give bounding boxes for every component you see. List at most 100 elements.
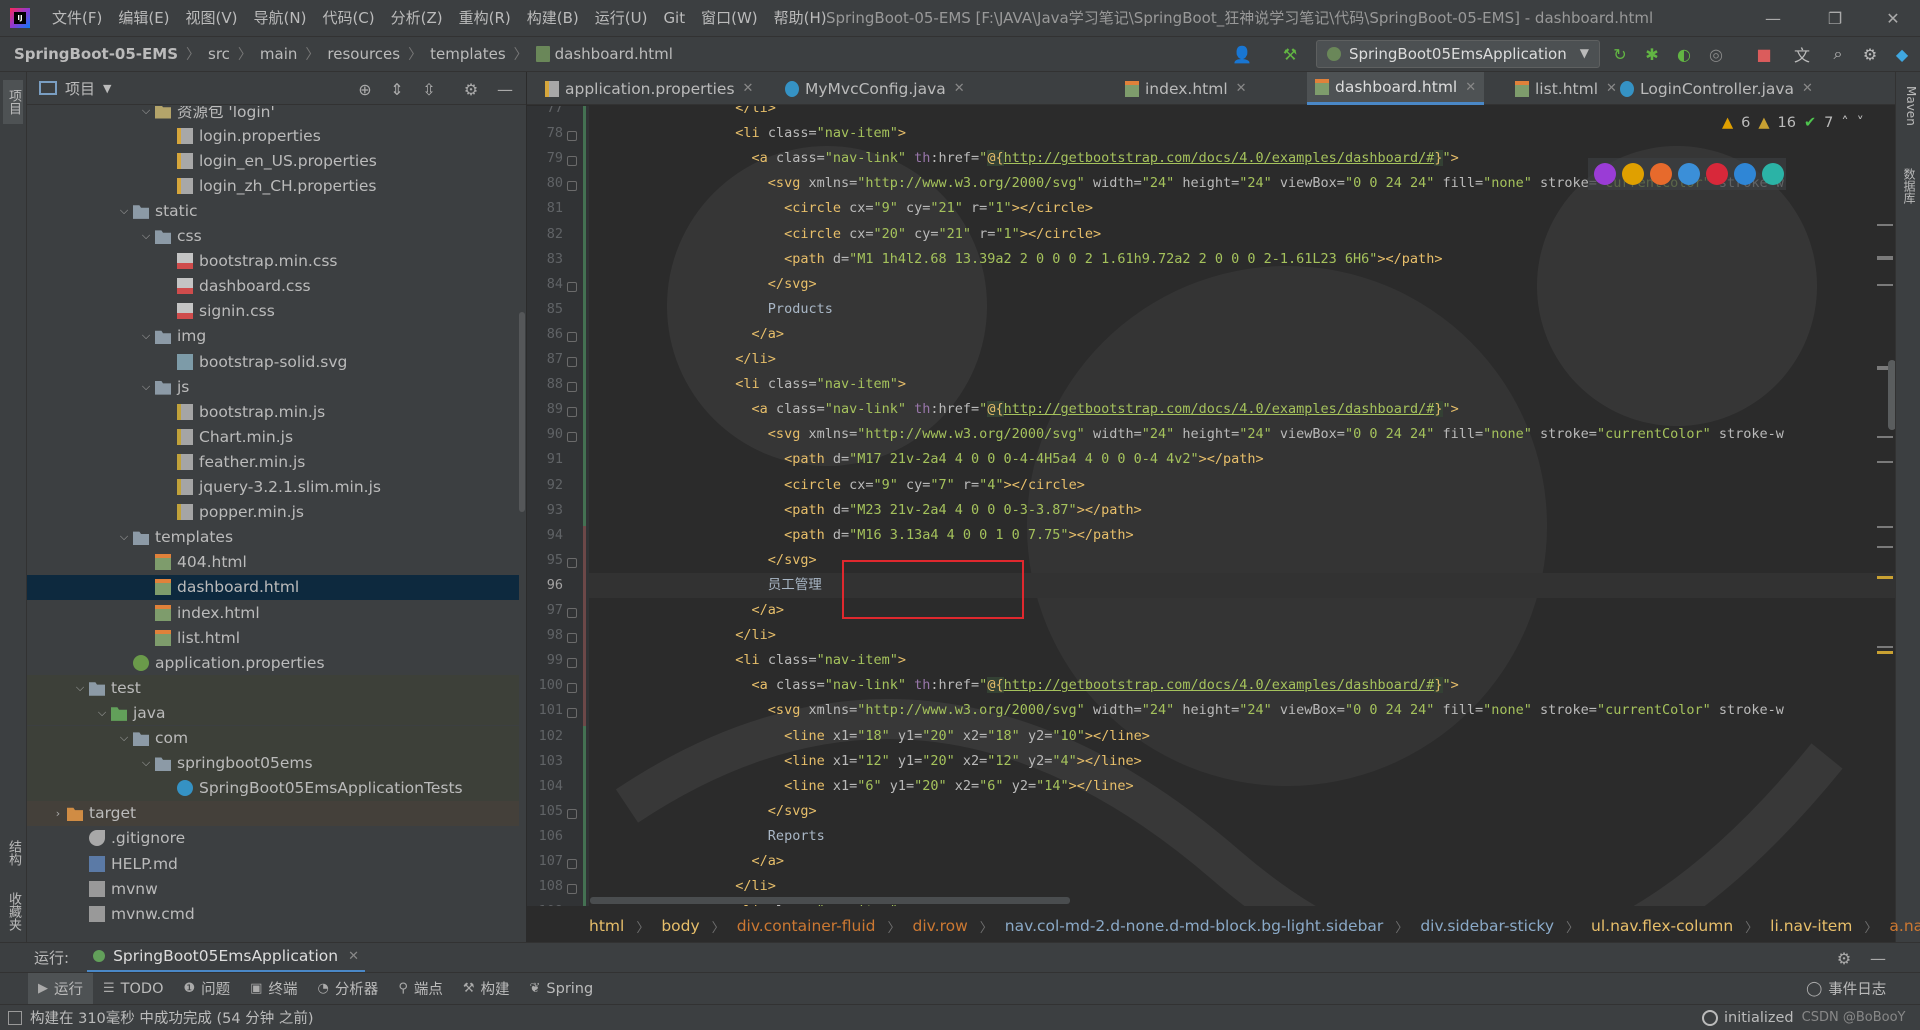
fold-marker-icon[interactable] (567, 181, 577, 192)
close-icon[interactable]: ✕ (743, 81, 754, 96)
fold-marker-icon[interactable] (567, 407, 577, 418)
breadcrumb-file[interactable]: dashboard.html (535, 45, 673, 63)
close-icon[interactable]: ✕ (348, 949, 359, 964)
tree-expand-arrow-icon[interactable]: ⌵ (115, 731, 133, 745)
menu-item[interactable]: 重构(R) (451, 0, 519, 36)
settings-gear-icon[interactable]: ⚙ (1832, 946, 1856, 970)
tree-item[interactable]: ⌵ js (27, 374, 519, 399)
fold-marker-icon[interactable] (567, 357, 577, 367)
toggle-tool-windows-icon[interactable] (8, 1010, 22, 1025)
error-stripe-mark[interactable] (1877, 651, 1893, 654)
fold-marker-icon[interactable] (567, 281, 577, 292)
breadcrumb-project[interactable]: SpringBoot-05-EMS (14, 45, 178, 63)
fold-marker-icon[interactable] (567, 557, 577, 568)
close-icon[interactable]: ✕ (954, 81, 965, 96)
code-line[interactable]: </svg> (589, 799, 1920, 824)
chevron-down-icon[interactable]: ▼ (103, 82, 111, 95)
user-icon[interactable]: 👤 (1230, 42, 1254, 66)
error-stripe-mark[interactable] (1877, 646, 1893, 648)
menu-item[interactable]: 视图(V) (178, 0, 246, 36)
code-line[interactable]: <circle cx="9" cy="21" r="1"></circle> (589, 196, 1920, 221)
tree-item[interactable]: login_en_US.properties (27, 148, 519, 173)
tree-item[interactable]: HELP.md (27, 851, 519, 876)
translate-icon[interactable]: 文 (1790, 42, 1814, 66)
coverage-icon[interactable]: ◐ (1672, 42, 1696, 66)
code-line[interactable]: <circle cx="9" cy="7" r="4"></circle> (589, 473, 1920, 498)
fold-marker-icon[interactable] (567, 331, 577, 342)
hide-panel-icon[interactable]: — (1866, 946, 1890, 970)
tree-expand-arrow-icon[interactable]: ⌵ (137, 329, 155, 343)
menu-item[interactable]: 帮助(H) (766, 0, 835, 36)
project-tool-tab[interactable]: 项目 (3, 80, 23, 124)
fold-marker-icon[interactable] (567, 708, 577, 719)
next-highlight-icon[interactable]: ˅ (1857, 115, 1864, 131)
tree-item[interactable]: index.html (27, 600, 519, 625)
tree-item[interactable]: ⌵ test (27, 675, 519, 701)
code-breadcrumb-item[interactable]: a.nav-link (1889, 917, 1920, 935)
tree-item[interactable]: dashboard.css (27, 274, 519, 299)
event-log-button[interactable]: ◯ 事件日志 (1806, 978, 1886, 999)
tree-item[interactable]: ⌵ static (27, 198, 519, 223)
fold-marker-icon[interactable] (567, 808, 577, 819)
error-stripe-mark[interactable] (1877, 546, 1893, 548)
code-line[interactable]: </svg> (589, 548, 1920, 573)
menu-item[interactable]: 分析(Z) (383, 0, 451, 36)
code-breadcrumb-item[interactable]: div.sidebar-sticky (1420, 917, 1554, 935)
code-breadcrumb-item[interactable]: ul.nav.flex-column (1591, 917, 1733, 935)
editor-tab[interactable]: LoginController.java ✕ (1612, 72, 1821, 105)
tool-window-tab[interactable]: ⚒ 构建 (453, 973, 520, 1005)
menu-item[interactable]: 文件(F) (44, 0, 110, 36)
tool-window-tab[interactable]: ▶ 运行 (28, 972, 93, 1005)
code-breadcrumb-item[interactable]: div.row (913, 917, 968, 935)
code-line[interactable]: <svg xmlns="http://www.w3.org/2000/svg" … (589, 698, 1920, 723)
code-line[interactable]: </a> (589, 322, 1920, 347)
code-breadcrumb-item[interactable]: body (661, 917, 699, 935)
fold-marker-icon[interactable] (567, 382, 577, 393)
code-line[interactable]: <path d="M23 21v-2a4 4 0 0 0-3-3.87"></p… (589, 498, 1920, 523)
edge-icon[interactable] (1762, 163, 1784, 185)
code-breadcrumb-item[interactable]: nav.col-md-2.d-none.d-md-block.bg-light.… (1005, 917, 1384, 935)
tree-expand-arrow-icon[interactable]: ⌵ (93, 706, 111, 720)
fold-marker-icon[interactable] (567, 432, 577, 443)
code-line[interactable]: <a class="nav-link" th:href= " @{http://ge… (589, 673, 1920, 698)
editor-tab[interactable]: MyMvcConfig.java ✕ (777, 72, 973, 105)
tree-item[interactable]: list.html (27, 625, 519, 650)
close-icon[interactable]: ✕ (1236, 81, 1247, 96)
menu-item[interactable]: 构建(B) (519, 0, 587, 36)
tree-expand-arrow-icon[interactable]: ⌵ (115, 204, 133, 218)
code-line[interactable]: <circle cx="20" cy="21" r="1"></circle> (589, 222, 1920, 247)
tree-expand-arrow-icon[interactable]: ⌵ (137, 229, 155, 243)
menu-item[interactable]: Git (655, 0, 693, 36)
fold-marker-icon[interactable] (567, 156, 577, 167)
database-tool-tab[interactable]: 数据库 (1900, 168, 1918, 228)
tool-window-tab[interactable]: ▣ 终端 (240, 973, 307, 1005)
tree-item[interactable]: 404.html (27, 550, 519, 575)
tree-expand-arrow-icon[interactable]: ⌵ (137, 106, 155, 118)
project-panel-title[interactable]: 项目 (65, 78, 95, 99)
error-stripe[interactable] (1875, 106, 1895, 906)
tree-item[interactable]: .gitignore (27, 826, 519, 851)
tree-scrollbar[interactable] (519, 312, 525, 512)
tree-item[interactable]: login.properties (27, 123, 519, 148)
editor-tab[interactable]: index.html ✕ (1117, 72, 1255, 105)
menu-item[interactable]: 编辑(E) (110, 0, 177, 36)
editor-tab[interactable]: application.properties ✕ (537, 72, 761, 105)
tree-item[interactable]: ⌵ css (27, 224, 519, 249)
code-line[interactable]: <li class="nav-item"> (589, 648, 1920, 673)
close-icon[interactable]: ✕ (1802, 81, 1813, 96)
tree-expand-arrow-icon[interactable]: › (49, 807, 67, 820)
breadcrumb-resources[interactable]: resources (327, 45, 400, 63)
tree-item[interactable]: Chart.min.js (27, 424, 519, 449)
menu-item[interactable]: 代码(C) (314, 0, 382, 36)
fold-marker-icon[interactable] (567, 131, 577, 142)
ie-icon[interactable] (1734, 163, 1756, 185)
code-line[interactable]: <line x1="18" y1="20" x2="18" y2="10"></… (589, 724, 1920, 749)
tool-window-tab[interactable]: ◔ 分析器 (307, 973, 388, 1005)
error-stripe-mark[interactable] (1877, 526, 1893, 528)
build-hammer-icon[interactable]: ⚒ (1278, 42, 1302, 66)
fold-marker-icon[interactable] (567, 884, 577, 895)
settings-gear-icon[interactable]: ⚙ (1858, 42, 1882, 66)
minimize-button[interactable]: — (1750, 0, 1796, 36)
collapse-all-icon[interactable]: ⇳ (417, 77, 441, 101)
structure-tool-tab[interactable]: 结构 (3, 828, 23, 878)
